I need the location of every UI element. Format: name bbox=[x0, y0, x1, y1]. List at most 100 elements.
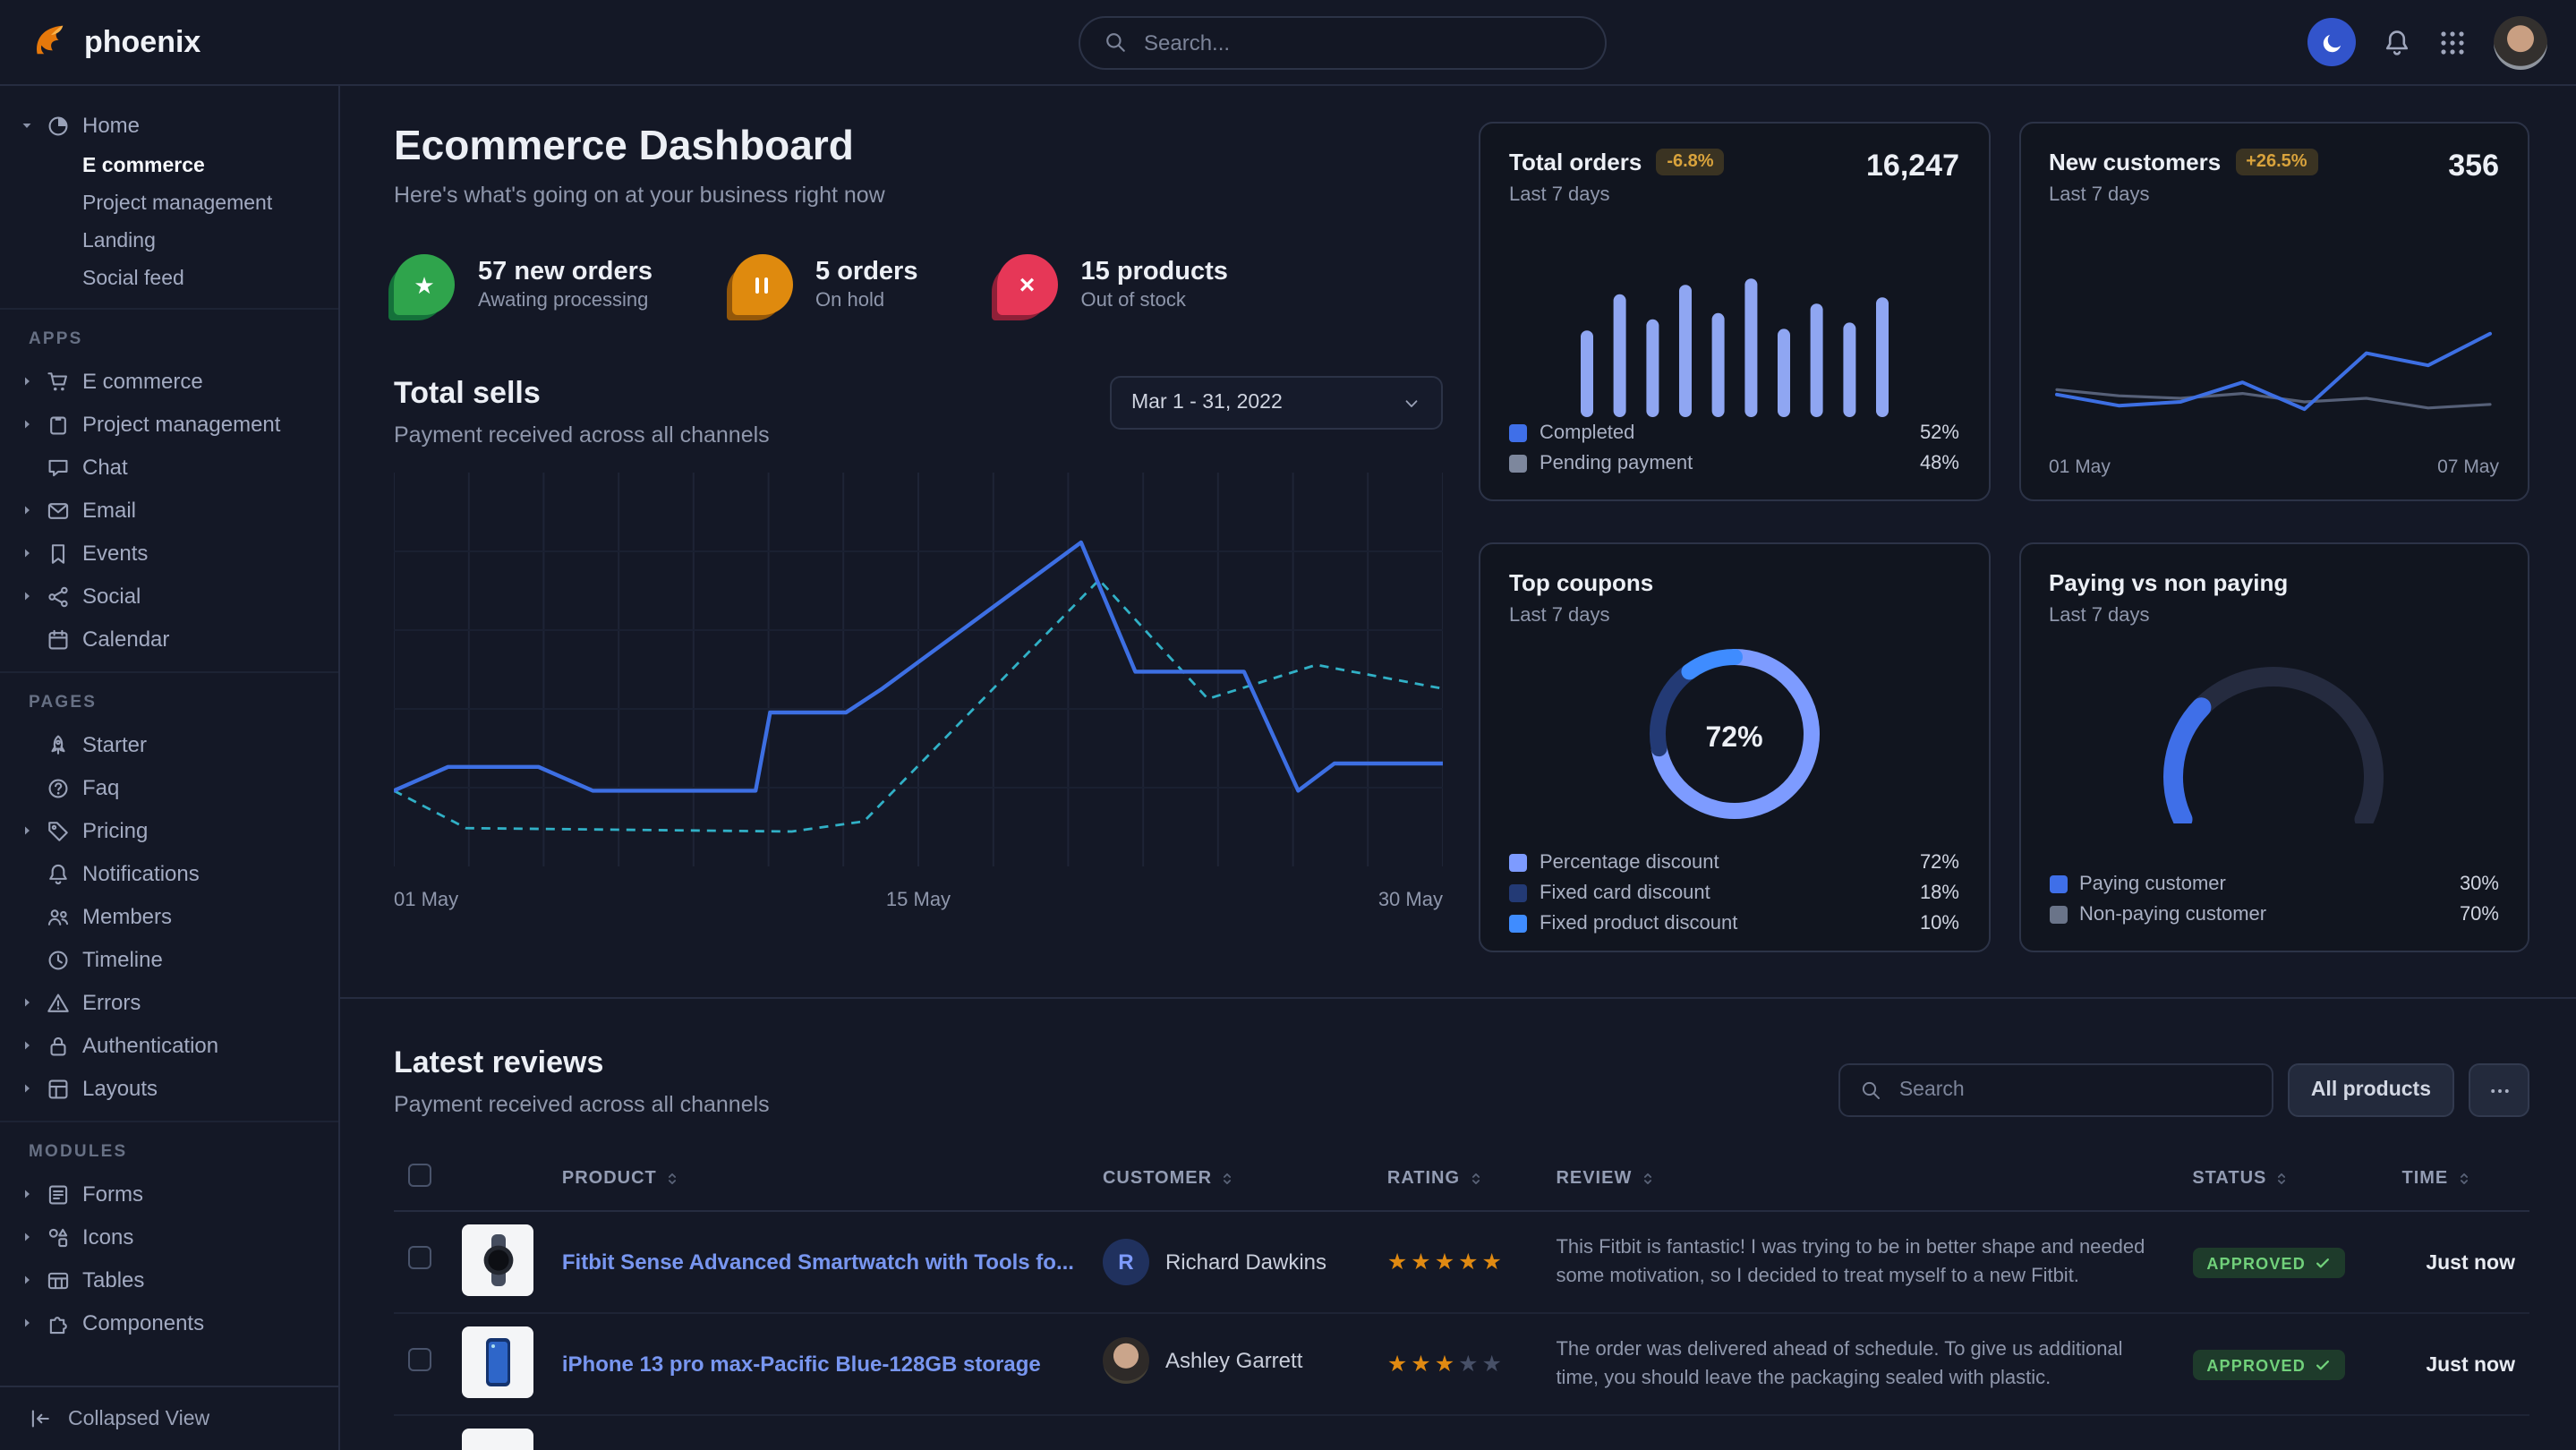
legend-swatch bbox=[1509, 454, 1527, 472]
collapsed-view-toggle[interactable]: Collapsed View bbox=[0, 1386, 338, 1450]
date-range-select[interactable]: Mar 1 - 31, 2022 bbox=[1110, 376, 1443, 430]
product-link[interactable]: Fitbit Sense Advanced Smartwatch with To… bbox=[562, 1250, 1074, 1275]
sidebar-item-pricing[interactable]: Pricing bbox=[0, 809, 338, 852]
select-all-checkbox[interactable] bbox=[408, 1164, 431, 1187]
sidebar-item-members[interactable]: Members bbox=[0, 895, 338, 938]
sidebar-item-e-commerce[interactable]: E commerce bbox=[0, 360, 338, 403]
legend-item: Pending payment48% bbox=[1509, 448, 1959, 478]
pause-icon bbox=[731, 254, 792, 315]
row-checkbox[interactable] bbox=[408, 1348, 431, 1371]
sidebar-item-faq[interactable]: Faq bbox=[0, 766, 338, 809]
sidebar-item-authentication[interactable]: Authentication bbox=[0, 1024, 338, 1067]
sidebar-item-timeline[interactable]: Timeline bbox=[0, 938, 338, 981]
review-text: This Fitbit is fantastic! I was trying t… bbox=[1556, 1232, 2163, 1292]
sidebar-subitem-social-feed[interactable]: Social feed bbox=[0, 260, 338, 297]
review-time: Just now bbox=[2426, 1355, 2515, 1377]
sidebar-item-social[interactable]: Social bbox=[0, 575, 338, 618]
theme-toggle-button[interactable] bbox=[2307, 18, 2356, 66]
brand[interactable]: phoenix bbox=[29, 17, 200, 67]
sidebar-item-icons[interactable]: Icons bbox=[0, 1215, 338, 1258]
caret-right-icon bbox=[20, 1273, 34, 1287]
sidebar-section-modules: MODULES bbox=[0, 1133, 338, 1173]
column-header-customer[interactable]: CUSTOMER bbox=[1088, 1146, 1373, 1211]
sidebar-item-project-management[interactable]: Project management bbox=[0, 403, 338, 446]
caret-right-icon bbox=[20, 374, 34, 388]
all-products-button[interactable]: All products bbox=[2288, 1063, 2454, 1117]
sidebar-section-pages: PAGES bbox=[0, 684, 338, 723]
sidebar-item-label: E commerce bbox=[82, 369, 203, 394]
sidebar-subitem-e-commerce[interactable]: E commerce bbox=[0, 147, 338, 184]
sidebar-item-label: Email bbox=[82, 498, 136, 523]
cart-icon bbox=[47, 370, 70, 393]
sidebar-item-notifications[interactable]: Notifications bbox=[0, 852, 338, 895]
sidebar-subitem-landing[interactable]: Landing bbox=[0, 222, 338, 260]
top-coupons-donut-chart: 72% bbox=[1642, 641, 1828, 836]
reviews-search-input[interactable] bbox=[1896, 1078, 2252, 1103]
paying-gauge-chart bbox=[2122, 637, 2427, 832]
card-title: Total orders bbox=[1509, 149, 1642, 175]
card-total-orders: Total orders -6.8% 16,247 Last 7 days Co… bbox=[1479, 122, 1990, 501]
sidebar-item-errors[interactable]: Errors bbox=[0, 981, 338, 1024]
main-content: Ecommerce Dashboard Here's what's going … bbox=[340, 86, 2576, 1450]
latest-reviews-subtitle: Payment received across all channels bbox=[394, 1092, 770, 1117]
table-header-row: PRODUCTCUSTOMERRATINGREVIEWSTATUSTIME bbox=[394, 1146, 2529, 1211]
column-header-rating[interactable]: RATING bbox=[1373, 1146, 1542, 1211]
donut-center-label: 72% bbox=[1642, 641, 1828, 836]
legend-item: Fixed product discount10% bbox=[1509, 908, 1959, 938]
card-title: Top coupons bbox=[1509, 569, 1653, 596]
legend-label: Fixed card discount bbox=[1540, 882, 1710, 903]
sidebar-item-label: Layouts bbox=[82, 1076, 158, 1101]
sidebar-item-tables[interactable]: Tables bbox=[0, 1258, 338, 1301]
legend-swatch bbox=[1509, 853, 1527, 871]
product-image bbox=[462, 1224, 533, 1296]
caret-right-icon bbox=[20, 1081, 34, 1096]
sidebar-item-layouts[interactable]: Layouts bbox=[0, 1067, 338, 1110]
sidebar-item-events[interactable]: Events bbox=[0, 532, 338, 575]
column-header-product[interactable]: PRODUCT bbox=[548, 1146, 1088, 1211]
caret-right-icon bbox=[20, 1038, 34, 1053]
customer-name: Richard Dawkins bbox=[1165, 1250, 1326, 1275]
column-header-time[interactable]: TIME bbox=[2388, 1146, 2530, 1211]
sidebar-item-label: Members bbox=[82, 904, 172, 929]
sidebar-subitem-project-management[interactable]: Project management bbox=[0, 184, 338, 222]
sidebar-item-components[interactable]: Components bbox=[0, 1301, 338, 1344]
question-icon bbox=[47, 776, 70, 799]
user-avatar[interactable] bbox=[2494, 15, 2547, 69]
global-search[interactable] bbox=[1078, 15, 1606, 69]
sidebar-item-calendar[interactable]: Calendar bbox=[0, 618, 338, 661]
row-checkbox[interactable] bbox=[408, 1246, 431, 1269]
puzzle-icon bbox=[47, 1311, 70, 1335]
chat-icon bbox=[47, 456, 70, 479]
table-icon bbox=[47, 1268, 70, 1292]
more-options-button[interactable] bbox=[2469, 1063, 2529, 1117]
sort-icon bbox=[2273, 1170, 2290, 1186]
review-text: The order was delivered ahead of schedul… bbox=[1556, 1335, 2163, 1394]
new-customers-x-axis: 01 May 07 May bbox=[2049, 456, 2499, 478]
reviews-search[interactable] bbox=[1838, 1063, 2273, 1117]
sidebar-item-forms[interactable]: Forms bbox=[0, 1173, 338, 1215]
apps-grid-button[interactable] bbox=[2438, 28, 2467, 56]
total-orders-legend: Completed52%Pending payment48% bbox=[1509, 417, 1959, 478]
shapes-icon bbox=[47, 1225, 70, 1249]
latest-reviews-title: Latest reviews bbox=[394, 1045, 770, 1081]
caret-right-icon bbox=[20, 589, 34, 603]
notifications-button[interactable] bbox=[2383, 28, 2411, 56]
sidebar-item-label: Tables bbox=[82, 1267, 144, 1292]
legend-swatch bbox=[1509, 883, 1527, 901]
x-axis-label: 01 May bbox=[2049, 456, 2111, 478]
sidebar-item-home[interactable]: Home bbox=[0, 104, 338, 147]
legend-label: Paying customer bbox=[2079, 873, 2226, 894]
column-header-review[interactable]: REVIEW bbox=[1541, 1146, 2178, 1211]
sidebar-item-starter[interactable]: Starter bbox=[0, 723, 338, 766]
caret-right-icon bbox=[20, 417, 34, 431]
clock-icon bbox=[47, 948, 70, 971]
star-icon: ★ bbox=[394, 254, 455, 315]
column-header-status[interactable]: STATUS bbox=[2178, 1146, 2387, 1211]
search-icon bbox=[1860, 1079, 1881, 1101]
global-search-input[interactable] bbox=[1140, 28, 1581, 56]
product-link[interactable]: iPhone 13 pro max-Pacific Blue-128GB sto… bbox=[562, 1352, 1041, 1377]
caret-right-icon bbox=[20, 546, 34, 560]
sidebar-item-chat[interactable]: Chat bbox=[0, 446, 338, 489]
sidebar-item-email[interactable]: Email bbox=[0, 489, 338, 532]
top-coupons-legend: Percentage discount72%Fixed card discoun… bbox=[1509, 847, 1959, 938]
